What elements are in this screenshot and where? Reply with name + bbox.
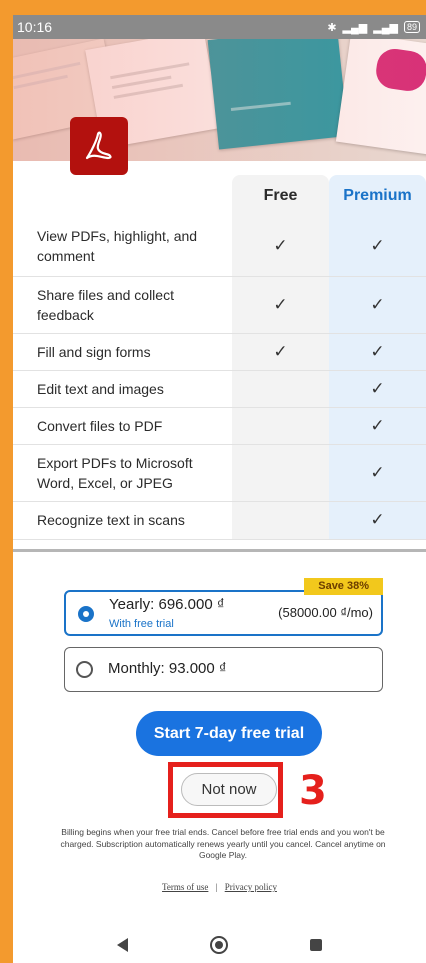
feature-label: View PDFs, highlight, and comment [13,217,232,277]
not-now-button[interactable]: Not now [181,773,277,806]
yearly-plan-option[interactable]: Save 38% Yearly: 696.000 ₫ With free tri… [64,578,383,636]
premium-check-icon: ✓ [329,276,426,334]
free-column-header: Free [232,175,329,217]
table-row: Share files and collect feedback ✓ ✓ [13,276,426,334]
free-check-icon [232,407,329,445]
feature-label: Export PDFs to Microsoft Word, Excel, or… [13,444,232,502]
free-check-icon [232,370,329,408]
recents-icon[interactable] [310,939,322,951]
back-icon[interactable] [117,938,128,952]
premium-check-icon: ✓ [329,333,426,371]
home-icon[interactable] [210,936,228,954]
yearly-plan-subtitle: With free trial [109,618,174,630]
signal-icon: ▂▄▆ [342,21,368,34]
premium-check-icon: ✓ [329,444,426,502]
radio-selected-icon[interactable] [78,606,94,622]
android-nav-bar [13,927,426,963]
feature-label: Recognize text in scans [13,501,232,540]
plan-comparison-table: Free Premium View PDFs, highlight, and c… [13,175,426,540]
start-free-trial-button[interactable]: Start 7-day free trial [136,711,322,756]
yearly-plan-monthly-price: (58000.00 ₫/mo) [278,605,373,620]
premium-check-icon: ✓ [329,501,426,540]
status-time: 10:16 [17,19,53,35]
feature-label: Fill and sign forms [13,333,232,371]
save-badge: Save 38% [304,578,383,595]
table-row: Fill and sign forms ✓ ✓ [13,333,426,371]
battery-icon: 89 [403,21,420,33]
monthly-plan-option[interactable]: Monthly: 93.000 ₫ [64,647,383,692]
section-divider [13,549,426,552]
feature-label: Edit text and images [13,370,232,408]
table-row: Edit text and images ✓ [13,370,426,408]
privacy-policy-link[interactable]: Privacy policy [225,882,277,892]
monthly-plan-title: Monthly: 93.000 ₫ [108,660,227,677]
acrobat-logo-icon [85,131,112,160]
free-check-icon [232,444,329,502]
premium-column-header: Premium [329,175,426,217]
table-header-row: Free Premium [13,175,426,217]
table-row: Export PDFs to Microsoft Word, Excel, or… [13,444,426,502]
table-row: Recognize text in scans ✓ [13,501,426,540]
premium-check-icon: ✓ [329,370,426,408]
annotation-step-number: 3 [299,768,327,814]
radio-unselected-icon[interactable] [76,661,93,678]
legal-links: Terms of use | Privacy policy [13,882,426,892]
free-check-icon: ✓ [232,276,329,334]
free-check-icon [232,501,329,540]
yearly-plan-title: Yearly: 696.000 ₫ [109,596,225,613]
links-separator: | [215,882,218,892]
feature-label: Share files and collect feedback [13,276,232,334]
free-check-icon: ✓ [232,333,329,371]
table-row: View PDFs, highlight, and comment ✓ ✓ [13,217,426,277]
status-bar: 10:16 ✱ ▂▄▆ ▂▄▆ 89 [13,15,426,39]
premium-check-icon: ✓ [329,217,426,277]
free-check-icon: ✓ [232,217,329,277]
wifi-icon: ▂▄▆ [373,21,398,34]
table-row: Convert files to PDF ✓ [13,407,426,445]
feature-label: Convert files to PDF [13,407,232,445]
status-icons: ✱ ▂▄▆ ▂▄▆ 89 [327,21,420,34]
premium-check-icon: ✓ [329,407,426,445]
bluetooth-icon: ✱ [327,21,337,34]
terms-of-use-link[interactable]: Terms of use [162,882,208,892]
adobe-acrobat-logo [70,117,128,175]
billing-disclaimer: Billing begins when your free trial ends… [60,827,386,860]
phone-screen: 10:16 ✱ ▂▄▆ ▂▄▆ 89 Free Premium View PDF… [13,15,426,963]
